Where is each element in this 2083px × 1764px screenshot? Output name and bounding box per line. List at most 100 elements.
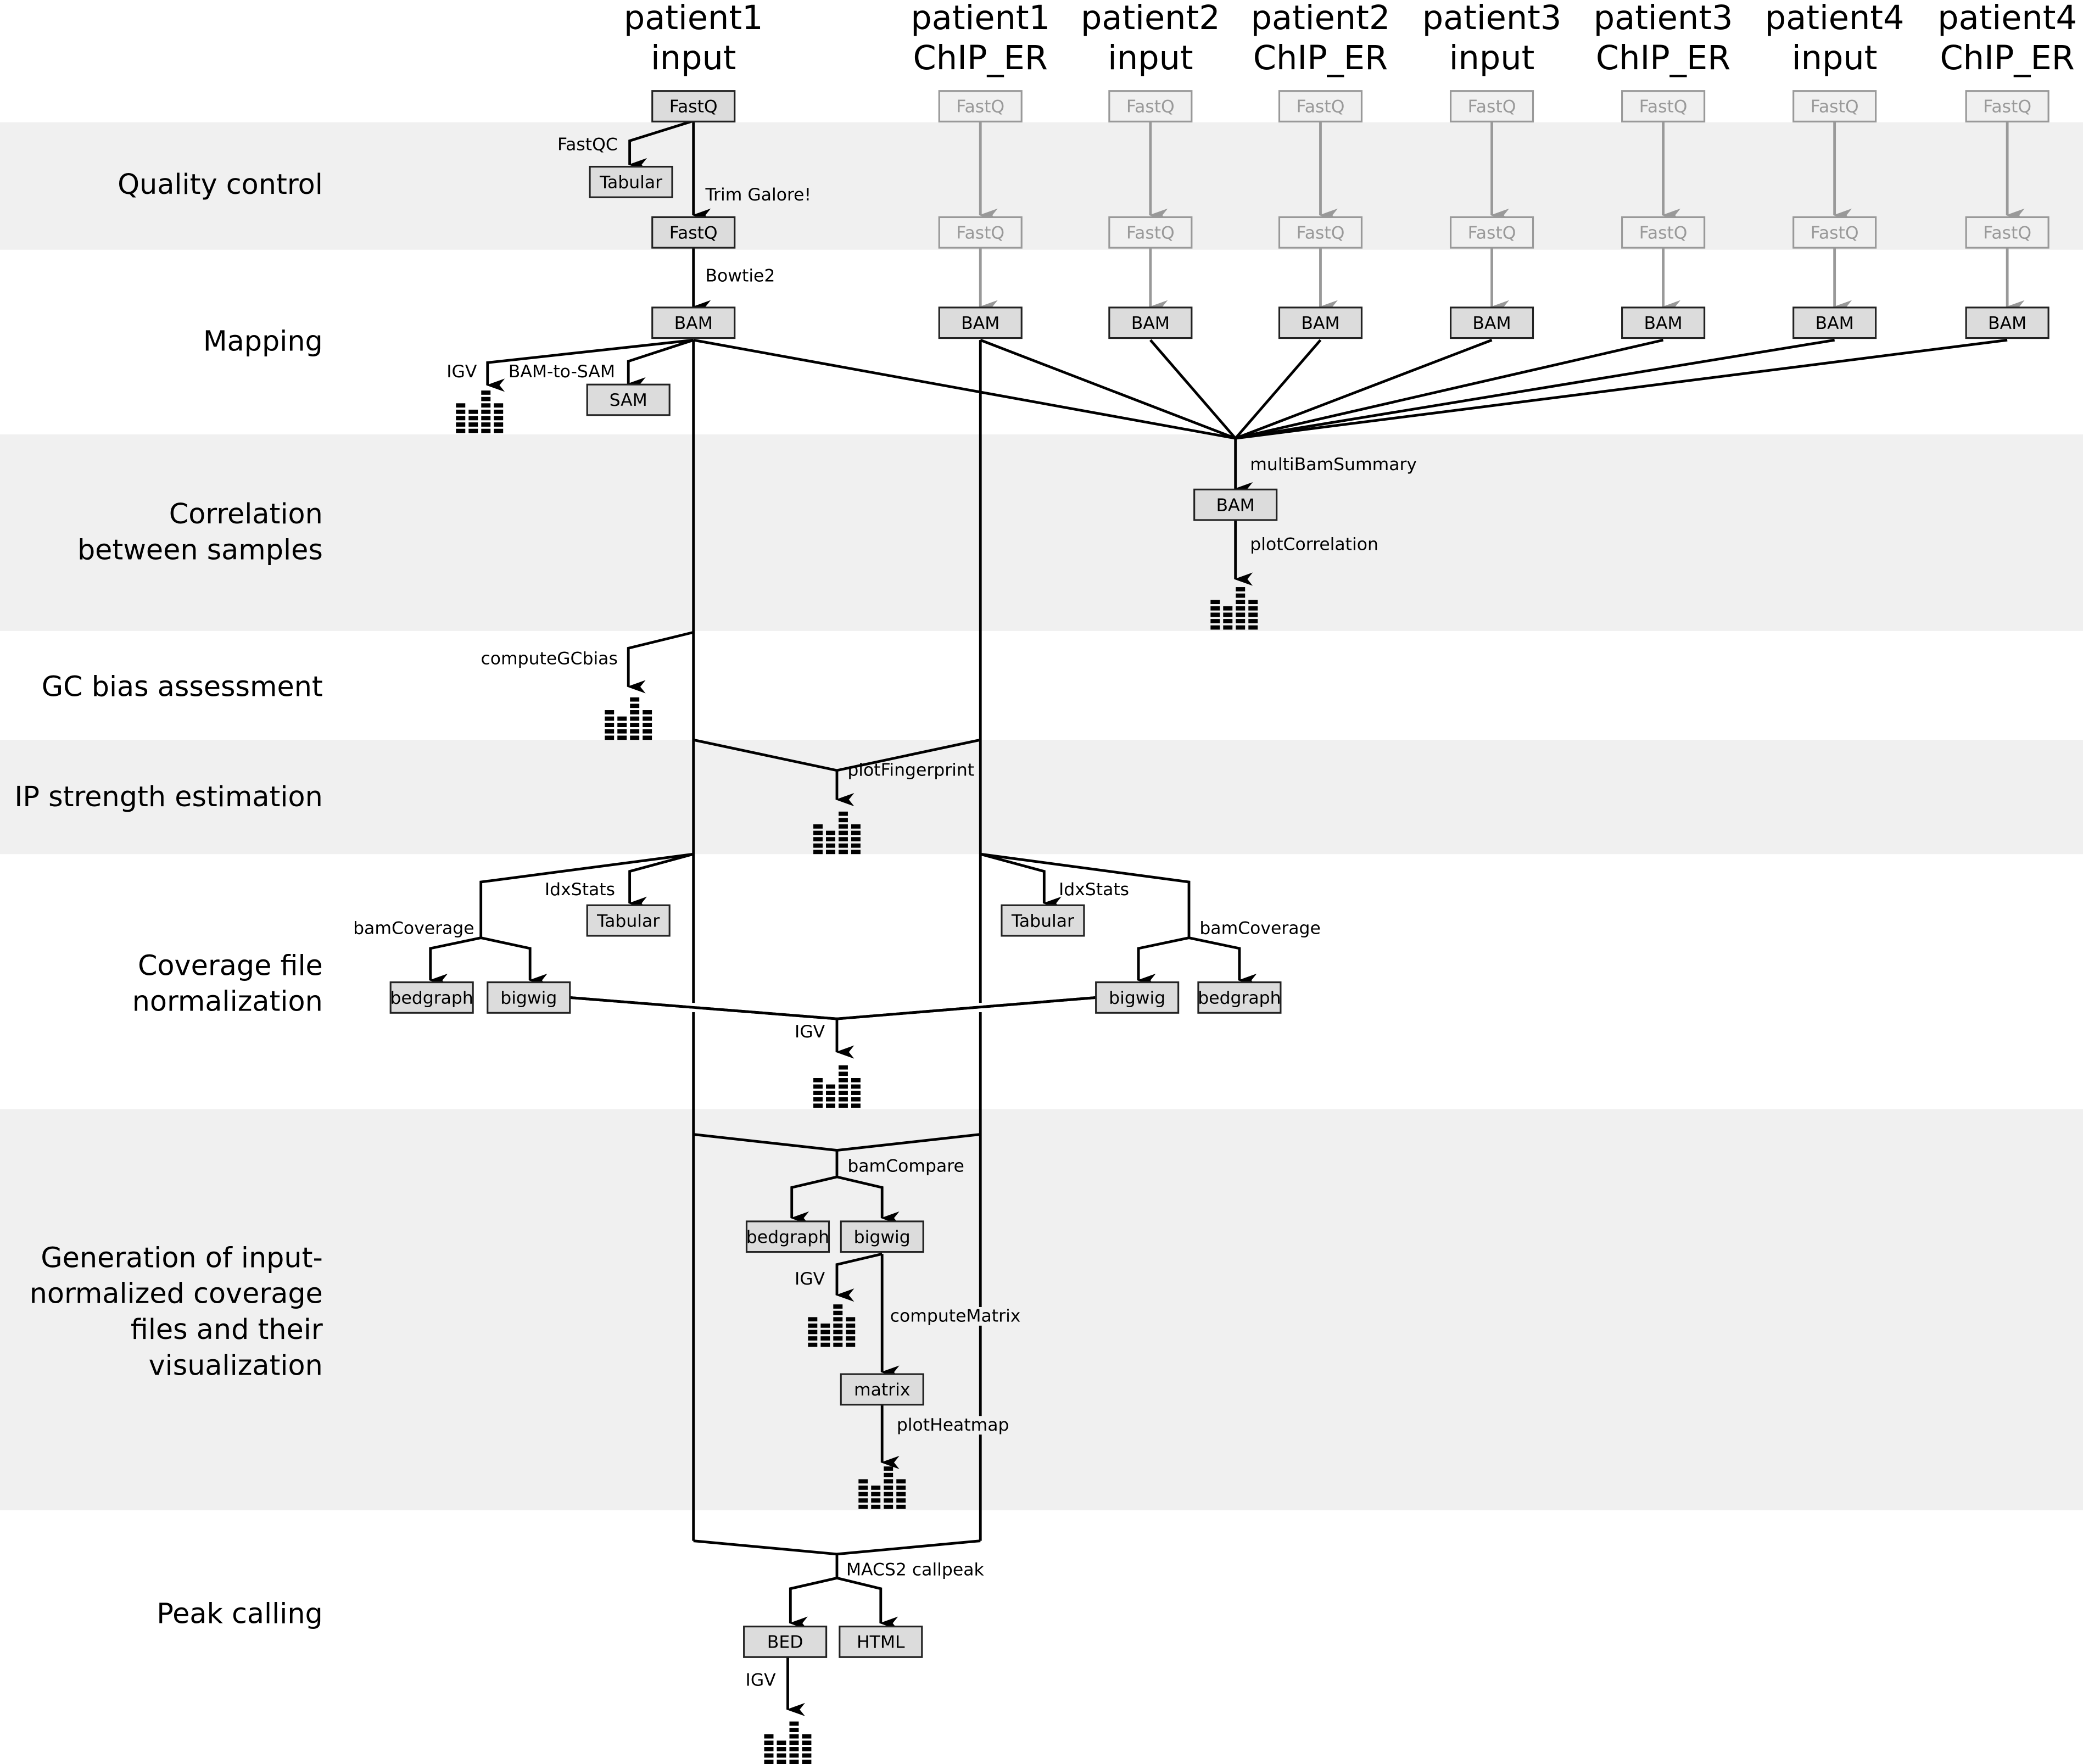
bar-chart-icon[interactable] — [605, 697, 652, 740]
fastq-raw[interactable]: FastQ — [1449, 90, 1534, 122]
bar-chart-icon[interactable] — [764, 1721, 812, 1764]
bar-chart-block — [820, 1330, 830, 1335]
bar-chart-block — [826, 843, 835, 848]
fastq-trimmed[interactable]: FastQ — [1792, 216, 1877, 249]
edge-macs2-html — [836, 1577, 898, 1630]
bar-chart-block — [851, 843, 861, 848]
tool-label-plotcorrelation: plotCorrelation — [1250, 534, 1378, 554]
bar-chart-block — [884, 1498, 893, 1503]
bar-chart-block — [833, 1317, 843, 1322]
bar-chart-block — [1236, 587, 1246, 591]
bedgraph-bamcompare[interactable]: bedgraph — [745, 1220, 830, 1253]
bar-chart-block — [605, 729, 615, 734]
bedgraph-input[interactable]: bedgraph — [389, 981, 474, 1014]
fastq-trimmed[interactable]: FastQ — [1278, 216, 1363, 249]
stage-label-line: Peak calling — [157, 1598, 323, 1630]
bar-chart-block — [1236, 619, 1246, 623]
tool-label-bamcompare: bamCompare — [847, 1156, 964, 1176]
bar-chart-block — [802, 1760, 812, 1764]
tool-label-computematrix: computeMatrix — [890, 1307, 1021, 1326]
bar-chart-block — [1223, 625, 1233, 630]
bar-chart-block — [617, 729, 627, 734]
bar-chart-block — [1248, 612, 1258, 617]
fastq-raw-patient1-input[interactable]: FastQ — [651, 90, 736, 122]
bigwig-input[interactable]: bigwig — [487, 981, 571, 1014]
bar-chart-block — [813, 1084, 823, 1089]
column-header-type: input — [1792, 39, 1878, 77]
tabular-idxstats-chip-label: Tabular — [1011, 911, 1074, 931]
bam-mapped[interactable]: BAM — [1621, 306, 1706, 339]
bar-chart-block — [871, 1486, 881, 1490]
bigwig-input-label: bigwig — [500, 989, 557, 1008]
fastq-trimmed[interactable]: FastQ — [1108, 216, 1193, 249]
bam-mapped[interactable]: BAM — [1278, 306, 1363, 339]
stage-label-line: Mapping — [203, 325, 323, 358]
bar-chart-block — [630, 704, 640, 708]
bar-chart-icon[interactable] — [813, 1065, 861, 1108]
fastq-trimmed-label: FastQ — [1983, 223, 2031, 243]
bar-chart-block — [833, 1330, 843, 1335]
bar-chart-icon[interactable] — [456, 390, 504, 433]
bam-mapped[interactable]: BAM — [1965, 306, 2050, 339]
bar-chart-block — [858, 1486, 868, 1490]
bar-chart-block — [481, 422, 491, 427]
fastq-trimmed[interactable]: FastQ — [1621, 216, 1706, 249]
bar-chart-block — [851, 824, 861, 829]
tool-label-macs2-callpeak: MACS2 callpeak — [846, 1560, 985, 1580]
bar-chart-block — [630, 697, 640, 702]
matrix-computematrix[interactable]: matrix — [840, 1373, 924, 1406]
bar-chart-block — [764, 1740, 774, 1745]
bigwig-bamcompare[interactable]: bigwig — [840, 1220, 924, 1253]
fastq-raw-label: FastQ — [1126, 97, 1175, 117]
sam-output[interactable]: SAM — [586, 383, 671, 416]
bar-chart-block — [777, 1760, 786, 1764]
bar-chart-block — [871, 1504, 881, 1509]
bar-chart-block — [468, 416, 478, 421]
fastq-raw[interactable]: FastQ — [1108, 90, 1193, 122]
bam-mapped-label: BAM — [1301, 314, 1339, 333]
bam-mapped[interactable]: BAM — [651, 306, 736, 339]
bar-chart-block — [838, 1091, 848, 1095]
bam-mapped[interactable]: BAM — [1108, 306, 1193, 339]
bam-mapped[interactable]: BAM — [938, 306, 1023, 339]
bar-chart-block — [851, 1097, 861, 1102]
bam-mapped[interactable]: BAM — [1792, 306, 1877, 339]
tabular-idxstats-input[interactable]: Tabular — [586, 904, 671, 937]
bar-chart-block — [833, 1336, 843, 1341]
fastq-raw[interactable]: FastQ — [938, 90, 1023, 122]
tabular-fastqc[interactable]: Tabular — [589, 165, 673, 198]
bar-chart-block — [643, 723, 652, 727]
fastq-trimmed[interactable]: FastQ — [1965, 216, 2050, 249]
bar-chart-block — [851, 850, 861, 855]
fastq-raw[interactable]: FastQ — [1965, 90, 2050, 122]
fastq-trimmed-patient1-input[interactable]: FastQ — [651, 216, 736, 249]
fastq-raw[interactable]: FastQ — [1621, 90, 1706, 122]
tabular-idxstats-chip[interactable]: Tabular — [1001, 904, 1085, 937]
fastq-trimmed[interactable]: FastQ — [1449, 216, 1534, 249]
bar-chart-block — [813, 830, 823, 835]
bedgraph-chip[interactable]: bedgraph — [1197, 981, 1282, 1014]
column-header-type: ChIP_ER — [1940, 39, 2074, 77]
edge-to-multibamsummary — [980, 338, 1236, 440]
bar-chart-block — [456, 403, 466, 408]
fastq-raw[interactable]: FastQ — [1278, 90, 1363, 122]
stage-label-mapping: Mapping — [203, 325, 323, 358]
bar-chart-block — [1210, 606, 1220, 611]
band-correlation — [0, 434, 2083, 631]
bigwig-chip[interactable]: bigwig — [1095, 981, 1180, 1014]
fastq-raw[interactable]: FastQ — [1792, 90, 1877, 122]
bar-chart-block — [846, 1323, 856, 1328]
bam-mapped[interactable]: BAM — [1449, 306, 1534, 339]
bar-chart-block — [826, 1097, 835, 1102]
bar-chart-block — [808, 1323, 818, 1328]
column-header: patient3 ChIP_ER — [1594, 0, 1733, 77]
bar-chart-block — [896, 1498, 906, 1503]
fastq-trimmed[interactable]: FastQ — [938, 216, 1023, 249]
bam-multibamsummary[interactable]: BAM — [1193, 488, 1278, 521]
tool-label-igv: IGV — [795, 1269, 825, 1289]
bed-peaks[interactable]: BED — [743, 1626, 828, 1658]
fastq-raw-label: FastQ — [956, 97, 1004, 117]
html-report[interactable]: HTML — [839, 1626, 923, 1658]
bar-chart-block — [896, 1479, 906, 1484]
bar-chart-block — [605, 735, 615, 740]
